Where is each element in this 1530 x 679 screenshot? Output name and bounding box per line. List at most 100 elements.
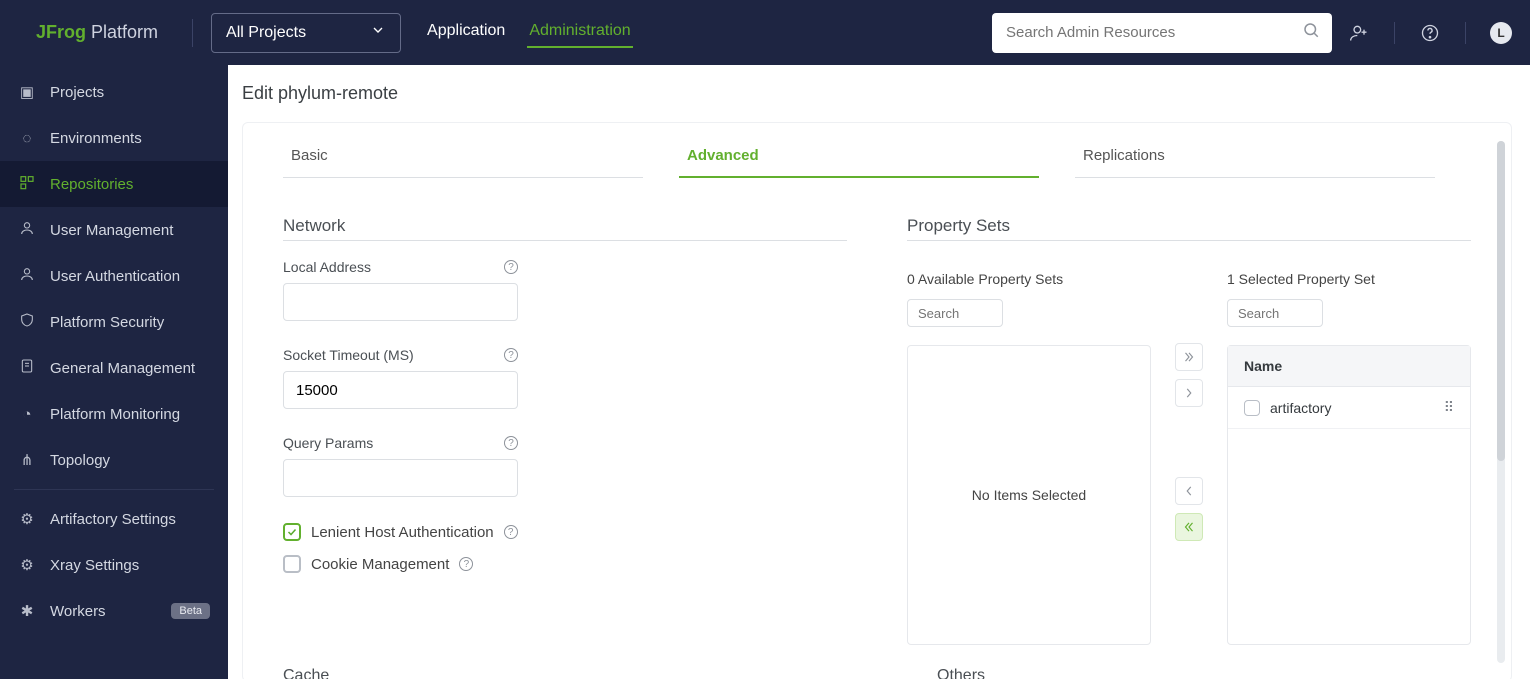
workers-icon: ✱ bbox=[18, 602, 36, 620]
sidebar-item-label: Platform Monitoring bbox=[50, 406, 180, 423]
field-local-address: Local Address ? bbox=[283, 259, 518, 321]
sidebar-item-workers[interactable]: ✱ Workers Beta bbox=[0, 588, 228, 634]
drag-handle-icon[interactable]: ⠿ bbox=[1444, 399, 1454, 416]
checkbox-lenient-host[interactable]: Lenient Host Authentication ? bbox=[283, 523, 847, 541]
label-query-params: Query Params bbox=[283, 435, 373, 451]
available-title: 0 Available Property Sets bbox=[907, 271, 1151, 287]
admin-search-input[interactable] bbox=[1004, 23, 1302, 42]
sidebar-divider bbox=[14, 489, 214, 490]
admin-search[interactable] bbox=[992, 13, 1332, 53]
scrollbar-handle[interactable] bbox=[1497, 141, 1505, 461]
panel-scrollbar[interactable] bbox=[1497, 141, 1505, 663]
sidebar-item-label: Artifactory Settings bbox=[50, 511, 176, 528]
label-local-address: Local Address bbox=[283, 259, 371, 275]
section-cache: Cache bbox=[283, 667, 329, 679]
sidebar-item-label: Topology bbox=[50, 452, 110, 469]
property-set-name: artifactory bbox=[1270, 400, 1331, 416]
chevron-down-icon bbox=[370, 22, 386, 43]
search-icon bbox=[1302, 21, 1320, 44]
sidebar-item-environments[interactable]: ◌ Environments bbox=[0, 115, 228, 161]
tab-advanced[interactable]: Advanced bbox=[679, 147, 1039, 178]
sidebar-item-projects[interactable]: ▣ Projects bbox=[0, 69, 228, 115]
checkbox-cookie-management[interactable]: Cookie Management ? bbox=[283, 555, 847, 573]
shield-icon bbox=[18, 312, 36, 332]
project-selector[interactable]: All Projects bbox=[211, 13, 401, 53]
sidebar-item-platform-security[interactable]: Platform Security bbox=[0, 299, 228, 345]
column-name: Name bbox=[1244, 358, 1282, 374]
top-header: JFrog Platform All Projects Application … bbox=[0, 0, 1530, 65]
available-property-sets: 0 Available Property Sets No Items Selec… bbox=[907, 271, 1151, 645]
empty-message: No Items Selected bbox=[972, 487, 1086, 503]
property-set-row[interactable]: artifactory ⠿ bbox=[1228, 387, 1470, 429]
tab-replications[interactable]: Replications bbox=[1075, 147, 1435, 178]
field-socket-timeout: Socket Timeout (MS) ? bbox=[283, 347, 518, 409]
project-selector-label: All Projects bbox=[226, 24, 306, 42]
topology-icon: ⋔ bbox=[18, 451, 36, 469]
user-authentication-icon bbox=[18, 266, 36, 286]
sidebar-item-user-authentication[interactable]: User Authentication bbox=[0, 253, 228, 299]
move-right-button[interactable] bbox=[1175, 379, 1203, 407]
help-icon[interactable]: ? bbox=[459, 557, 473, 571]
product-logo: JFrog Platform bbox=[18, 22, 182, 43]
sidebar-item-label: Workers bbox=[50, 603, 106, 620]
available-list: No Items Selected bbox=[907, 345, 1151, 645]
sidebar-item-label: User Management bbox=[50, 222, 173, 239]
user-avatar[interactable]: L bbox=[1490, 22, 1512, 44]
help-icon[interactable] bbox=[1419, 22, 1441, 44]
header-separator bbox=[192, 19, 193, 47]
add-user-icon[interactable] bbox=[1348, 22, 1370, 44]
help-icon[interactable]: ? bbox=[504, 436, 518, 450]
page-title: Edit phylum-remote bbox=[228, 65, 1530, 122]
repositories-icon bbox=[18, 174, 36, 194]
monitoring-icon: ◔ bbox=[18, 406, 36, 423]
checkbox-icon[interactable] bbox=[1244, 400, 1260, 416]
checkbox-icon bbox=[283, 523, 301, 541]
header-separator-2 bbox=[1394, 22, 1395, 44]
help-icon[interactable]: ? bbox=[504, 525, 518, 539]
sidebar-item-label: General Management bbox=[50, 360, 195, 377]
nav-application[interactable]: Application bbox=[425, 18, 507, 48]
tab-row: Basic Advanced Replications bbox=[283, 147, 1471, 178]
logo-suffix: Platform bbox=[86, 22, 158, 42]
sidebar-item-xray-settings[interactable]: ⚙ Xray Settings bbox=[0, 542, 228, 588]
section-property-sets: Property Sets bbox=[907, 216, 1471, 241]
edit-panel: Basic Advanced Replications Network Loca… bbox=[242, 122, 1512, 679]
logo-brand: JFrog bbox=[36, 22, 86, 42]
selected-list: Name artifactory ⠿ bbox=[1227, 345, 1471, 645]
main-content: Edit phylum-remote Basic Advanced Replic… bbox=[228, 65, 1530, 679]
gear-icon: ⚙ bbox=[18, 510, 36, 528]
sidebar-item-platform-monitoring[interactable]: ◔ Platform Monitoring bbox=[0, 391, 228, 437]
sidebar-item-label: Environments bbox=[50, 130, 142, 147]
nav-administration[interactable]: Administration bbox=[527, 18, 632, 48]
tab-basic[interactable]: Basic bbox=[283, 147, 643, 178]
projects-icon: ▣ bbox=[18, 83, 36, 101]
input-local-address[interactable] bbox=[283, 283, 518, 321]
sidebar-item-artifactory-settings[interactable]: ⚙ Artifactory Settings bbox=[0, 496, 228, 542]
sidebar-item-label: Projects bbox=[50, 84, 104, 101]
sidebar-item-label: Repositories bbox=[50, 176, 133, 193]
help-icon[interactable]: ? bbox=[504, 348, 518, 362]
sidebar-item-topology[interactable]: ⋔ Topology bbox=[0, 437, 228, 483]
label-lenient-host: Lenient Host Authentication bbox=[311, 524, 494, 541]
selected-search[interactable] bbox=[1227, 299, 1323, 327]
move-left-button[interactable] bbox=[1175, 477, 1203, 505]
document-icon bbox=[18, 358, 36, 378]
sidebar-item-repositories[interactable]: Repositories bbox=[0, 161, 228, 207]
move-all-right-button[interactable] bbox=[1175, 343, 1203, 371]
sidebar-item-general-management[interactable]: General Management bbox=[0, 345, 228, 391]
sidebar: ▣ Projects ◌ Environments Repositories U… bbox=[0, 65, 228, 679]
gear-icon: ⚙ bbox=[18, 556, 36, 574]
input-query-params[interactable] bbox=[283, 459, 518, 497]
section-network: Network bbox=[283, 216, 847, 241]
section-others: Others bbox=[937, 667, 985, 679]
available-search[interactable] bbox=[907, 299, 1003, 327]
environments-icon: ◌ bbox=[18, 130, 36, 147]
user-management-icon bbox=[18, 220, 36, 240]
input-socket-timeout[interactable] bbox=[283, 371, 518, 409]
sidebar-item-label: Platform Security bbox=[50, 314, 164, 331]
move-all-left-button[interactable] bbox=[1175, 513, 1203, 541]
help-icon[interactable]: ? bbox=[504, 260, 518, 274]
sidebar-item-user-management[interactable]: User Management bbox=[0, 207, 228, 253]
selected-property-sets: 1 Selected Property Set Name bbox=[1227, 271, 1471, 645]
header-separator-3 bbox=[1465, 22, 1466, 44]
